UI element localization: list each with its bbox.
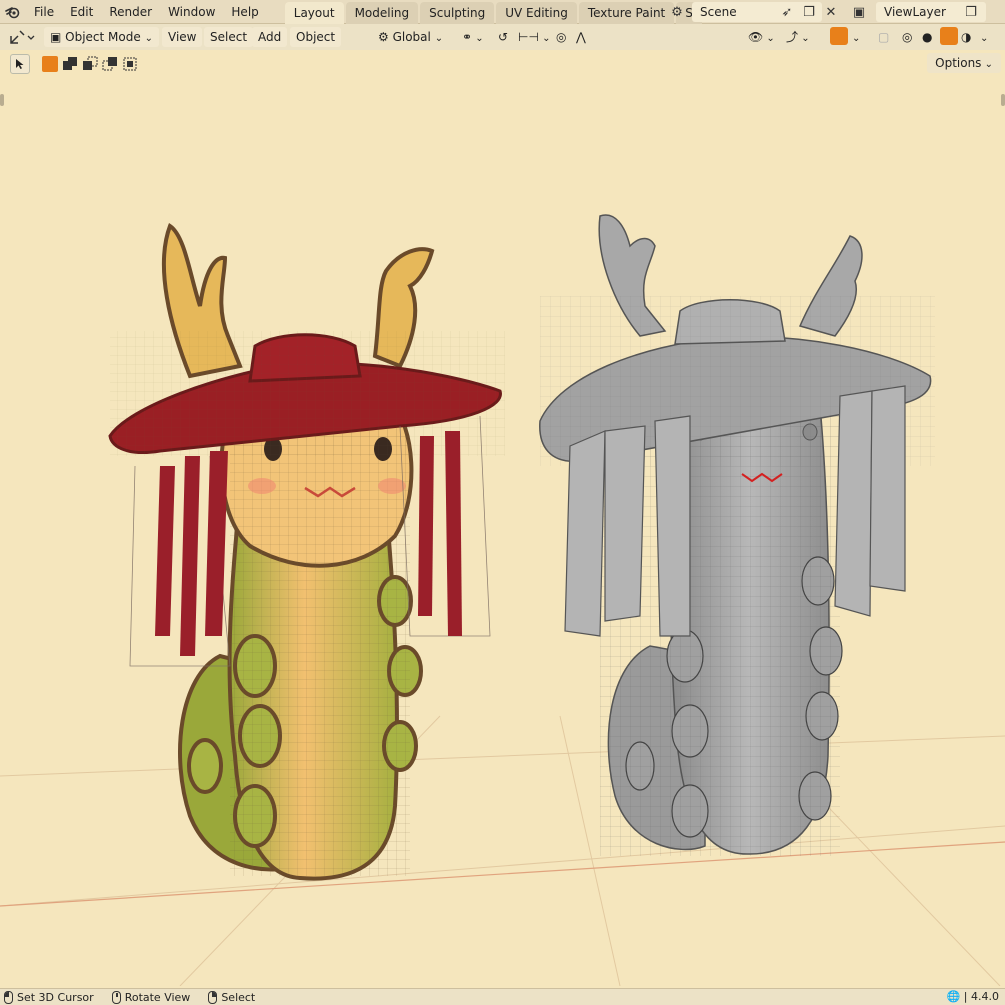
version-info: 🌐 | 4.4.0 (947, 990, 999, 1003)
menu-window[interactable]: Window (160, 0, 223, 24)
falloff-icon[interactable]: ⋀ (576, 27, 586, 47)
select-extend-icon[interactable] (62, 56, 78, 72)
view-layer-browse-icon[interactable]: ▣ (850, 3, 868, 21)
x-axis-line (0, 841, 1005, 907)
overlays-icon[interactable] (830, 27, 848, 45)
object-mode-icon: ▣ (50, 30, 66, 44)
version-label: 4.4.0 (971, 990, 999, 1003)
menu-help[interactable]: Help (223, 0, 266, 24)
new-view-layer-icon[interactable]: ❐ (962, 3, 980, 21)
menu-file[interactable]: File (26, 0, 62, 24)
textured-creature-model[interactable] (108, 222, 505, 881)
new-scene-icon[interactable]: ❐ (800, 3, 818, 21)
menu-select[interactable]: Select (204, 27, 254, 47)
menu-add[interactable]: Add (252, 27, 288, 47)
status-select: Select (204, 990, 256, 1004)
view-layer-name: ViewLayer (884, 5, 946, 19)
tab-uv-editing[interactable]: UV Editing (496, 1, 577, 24)
gray-mesh-model[interactable] (539, 214, 935, 856)
blender-logo-icon[interactable] (0, 0, 26, 24)
status-set-cursor: Set 3D Cursor (0, 990, 94, 1004)
mouse-middle-icon (111, 990, 121, 1004)
status-select-label: Select (221, 990, 256, 1004)
material-shading-icon[interactable] (940, 27, 958, 45)
tool-settings-bar: Options (0, 50, 1005, 76)
menu-view[interactable]: View (162, 27, 203, 47)
status-rotate-view: Rotate View (108, 990, 191, 1004)
proportional-edit-icon[interactable]: ◎ (556, 27, 566, 47)
menu-edit[interactable]: Edit (62, 0, 101, 24)
menu-render[interactable]: Render (101, 0, 160, 24)
tab-layout[interactable]: Layout (284, 1, 344, 24)
snap-icon[interactable]: ↺ (498, 27, 508, 47)
delete-scene-icon[interactable]: ✕ (822, 3, 840, 21)
menu-object[interactable]: Object (290, 27, 342, 47)
shading-dropdown-icon[interactable] (980, 27, 988, 47)
options-label: Options (935, 56, 982, 70)
gizmo-icon[interactable]: ⤴ (786, 27, 810, 47)
transform-orientation-dropdown[interactable]: ⚙ Global (378, 27, 443, 47)
select-intersect-icon[interactable] (122, 56, 138, 72)
top-menu-bar: File Edit Render Window Help Layout Mode… (0, 0, 1005, 24)
options-dropdown[interactable]: Options (927, 53, 1001, 73)
status-rotate-view-label: Rotate View (124, 990, 191, 1004)
xray-icon[interactable]: ▢ (878, 27, 889, 47)
tab-texture-paint[interactable]: Texture Paint (578, 1, 675, 24)
status-set-cursor-label: Set 3D Cursor (17, 990, 94, 1004)
globe-icon: 🌐 | (946, 990, 971, 1003)
viewport-header: ▣ Object Mode View Select Add Object ⚙ G… (0, 24, 1005, 50)
mouse-right-icon (208, 990, 218, 1004)
mode-label: Object Mode (65, 30, 141, 44)
3d-viewport[interactable] (0, 76, 1005, 986)
tab-modeling[interactable]: Modeling (345, 1, 419, 24)
scene-browse-icon[interactable]: ⚙ (668, 3, 686, 21)
mouse-left-icon (4, 990, 13, 1004)
select-tool-icon[interactable] (10, 54, 30, 74)
mode-dropdown[interactable]: ▣ Object Mode (44, 27, 159, 47)
select-difference-icon[interactable] (102, 56, 118, 72)
status-bar: Set 3D Cursor Rotate View Select 🌐 | 4.4… (0, 988, 1005, 1005)
visibility-icon[interactable]: 👁 (748, 27, 775, 47)
snap-target-icon[interactable]: ⊢⊣ (518, 27, 550, 47)
wireframe-shading-icon[interactable]: ◎ (902, 27, 912, 47)
orientation-label: Global (392, 30, 431, 44)
solid-shading-icon[interactable]: ● (922, 27, 932, 47)
orientation-icon: ⚙ (378, 30, 393, 44)
rendered-shading-icon[interactable]: ◑ (961, 27, 971, 47)
pivot-point-icon[interactable]: ⚭ (462, 27, 484, 47)
overlays-dropdown-icon[interactable] (852, 27, 860, 47)
editor-type-icon[interactable] (8, 27, 36, 47)
tab-sculpting[interactable]: Sculpting (420, 1, 495, 24)
workspace-tabs: Layout Modeling Sculpting UV Editing Tex… (284, 0, 704, 24)
select-new-icon[interactable] (42, 56, 58, 72)
viewport-canvas (0, 214, 1005, 986)
select-subtract-icon[interactable] (82, 56, 98, 72)
scene-name: Scene (700, 5, 737, 19)
pin-icon[interactable]: ➶ (778, 3, 796, 21)
